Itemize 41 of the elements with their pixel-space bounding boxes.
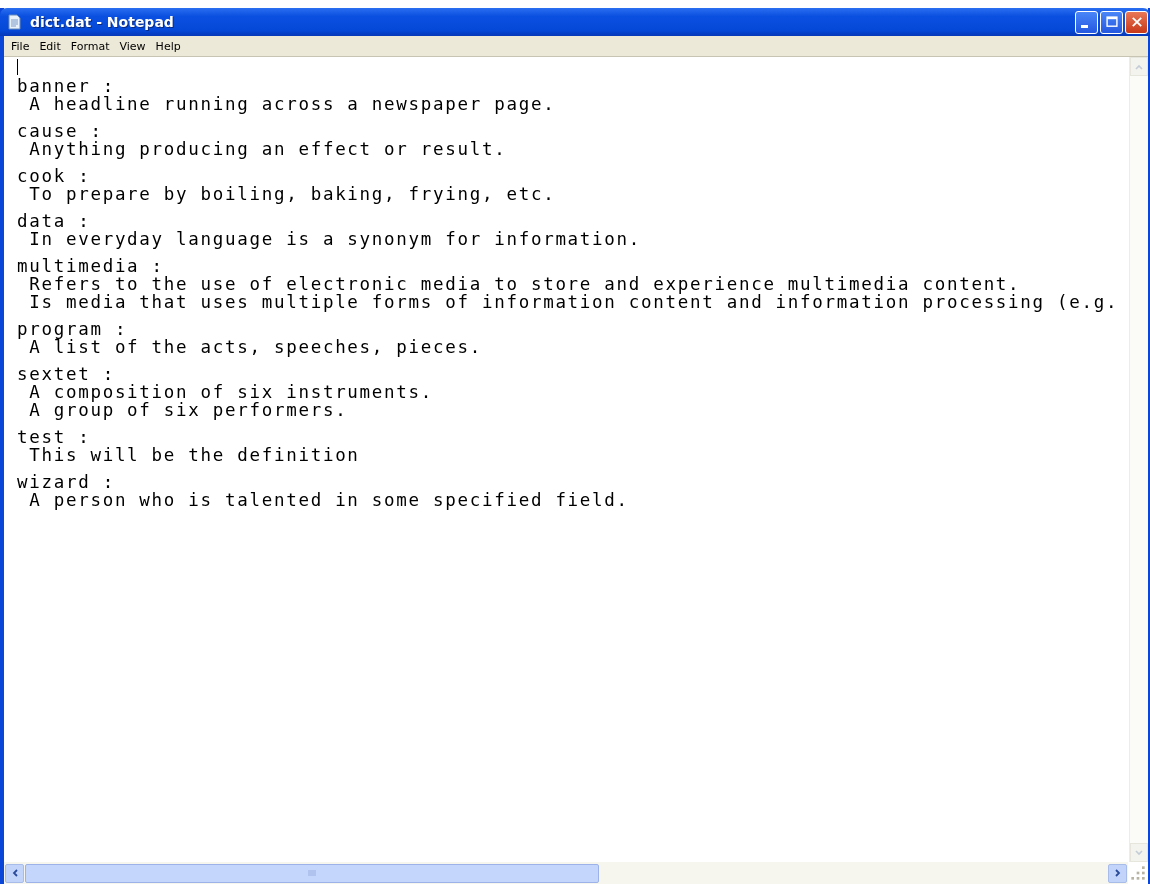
term-line: banner : [17, 77, 116, 95]
text-caret [17, 59, 18, 75]
menu-item[interactable]: Edit [34, 39, 66, 53]
definition-line: Refers to the use of electronic media to store and experience multimedia content. [28, 275, 1021, 293]
scroll-left-button[interactable] [5, 863, 24, 883]
term-line: program : [17, 320, 128, 338]
caret-right-icon [1112, 868, 1123, 878]
definition-line: In everyday language is a synonym for information. [28, 230, 643, 248]
definition-line: Anything producing an effect or result. [28, 140, 508, 158]
term-line: multimedia : [17, 257, 165, 275]
definition-line: A list of the acts, speeches, pieces. [29, 338, 483, 356]
close-button[interactable] [1125, 10, 1148, 34]
definition-line: A group of six performers. [28, 401, 349, 419]
term-line: sextet : [17, 365, 116, 383]
definition-line: This will be the definition [28, 446, 361, 464]
minimize-button[interactable] [1075, 10, 1098, 34]
definition-line: A headline running across a newspaper page. [28, 95, 557, 113]
maximize-button[interactable] [1100, 10, 1123, 34]
window-title: dict.dat - Notepad [30, 14, 175, 30]
notepad-icon [6, 14, 22, 30]
menu-item[interactable]: File [6, 39, 35, 53]
menu-item[interactable]: Format [65, 39, 115, 53]
minimize-icon [1080, 24, 1088, 28]
term-line: cook : [17, 167, 92, 185]
definition-line: A composition of six instruments. [28, 383, 435, 401]
resize-grip-icon[interactable] [1130, 865, 1146, 881]
definition-line: To prepare by boiling, baking, frying, etc. [28, 185, 557, 203]
menu-item[interactable]: View [114, 39, 151, 53]
scroll-thumb[interactable] [25, 863, 599, 883]
menu-item[interactable]: Help [150, 39, 186, 53]
definition-line: Is media that uses multiple forms of information content and information processing (e.g. [28, 293, 1120, 311]
term-line: data : [17, 212, 92, 230]
maximize-icon [1104, 15, 1119, 29]
horizontal-scrollbar[interactable] [4, 862, 1128, 884]
term-line: test : [17, 428, 92, 446]
term-line: cause : [17, 122, 104, 140]
definition-line: A person who is talented in some specified field. [28, 491, 630, 509]
scroll-right-button[interactable] [1108, 863, 1127, 883]
close-icon [1129, 15, 1144, 29]
caret-down-icon [1134, 847, 1144, 858]
term-line: wizard : [17, 473, 116, 491]
